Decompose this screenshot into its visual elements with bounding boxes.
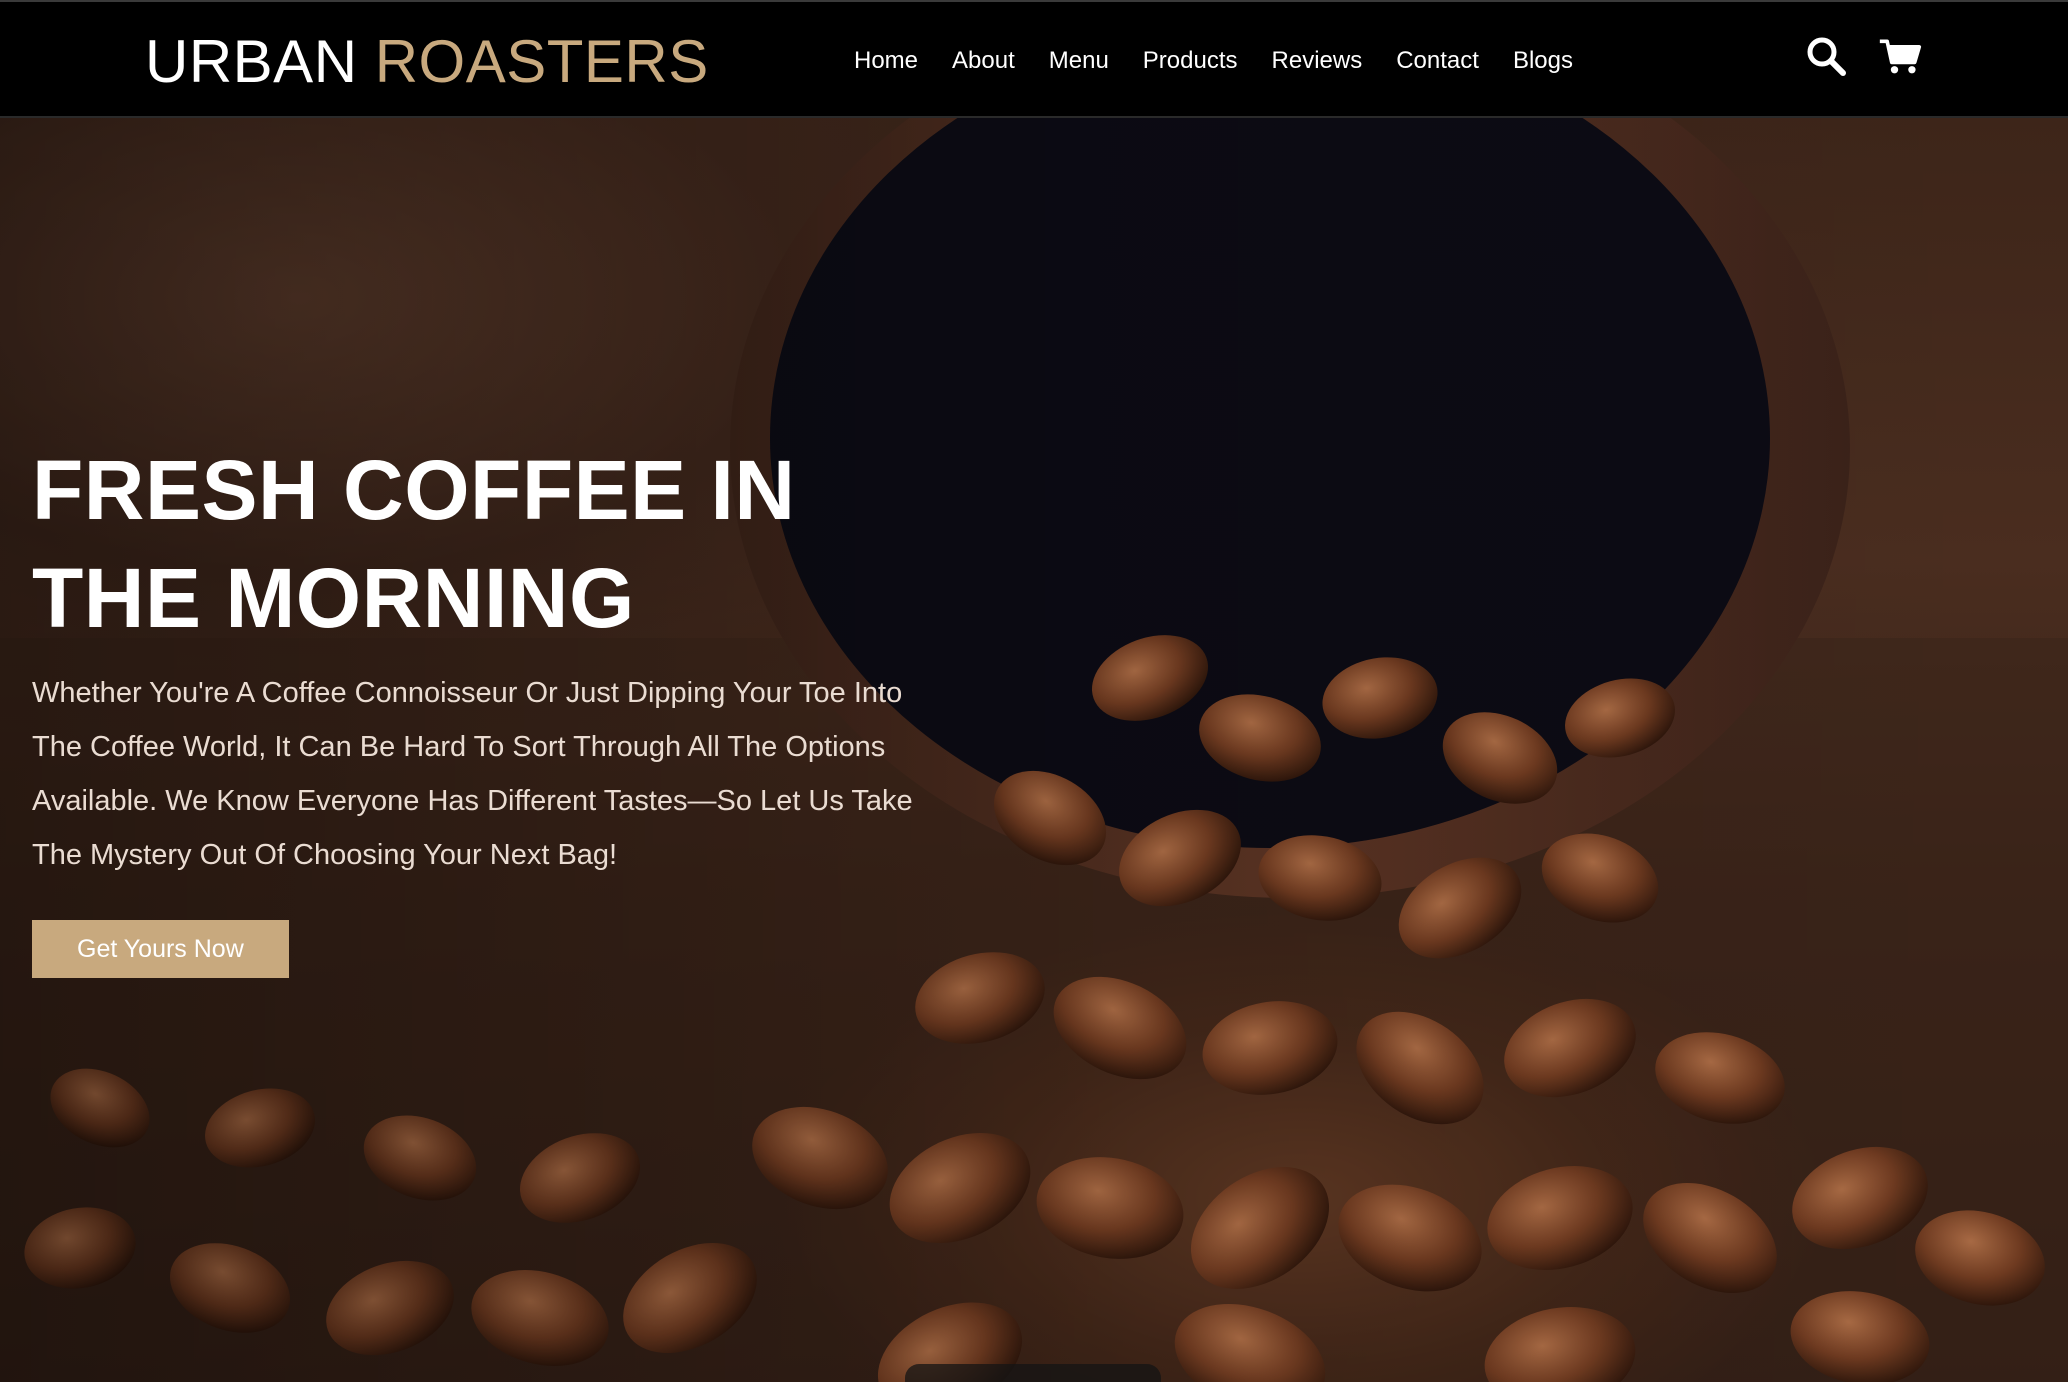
cart-icon[interactable] xyxy=(1878,34,1922,78)
hero-title-line-1: FRESH COFFEE IN xyxy=(32,443,796,537)
nav-about[interactable]: About xyxy=(952,46,1015,76)
brand-logo[interactable]: URBAN ROASTERS xyxy=(145,26,709,98)
hero-content: FRESH COFFEE IN THE MORNING Whether You'… xyxy=(32,436,932,978)
nav-reviews[interactable]: Reviews xyxy=(1272,46,1363,76)
main-nav: Home About Menu Products Reviews Contact… xyxy=(854,46,1607,76)
brand-word-urban: URBAN xyxy=(145,28,358,95)
nav-home[interactable]: Home xyxy=(854,46,918,76)
brand-word-roasters: ROASTERS xyxy=(374,28,709,95)
page: URBAN ROASTERS Home About Menu Products … xyxy=(0,0,2070,1382)
nav-contact[interactable]: Contact xyxy=(1396,46,1479,76)
hero-section: FRESH COFFEE IN THE MORNING Whether You'… xyxy=(0,118,2068,1382)
nav-menu[interactable]: Menu xyxy=(1049,46,1109,76)
header-icons xyxy=(1804,34,1952,78)
site-header: URBAN ROASTERS Home About Menu Products … xyxy=(0,0,2068,118)
hero-title-line-2: THE MORNING xyxy=(32,551,635,645)
floating-widget-tab[interactable] xyxy=(905,1364,1161,1382)
nav-products[interactable]: Products xyxy=(1143,46,1238,76)
search-icon[interactable] xyxy=(1804,34,1848,78)
hero-description: Whether You're A Coffee Connoisseur Or J… xyxy=(32,677,913,871)
nav-blogs[interactable]: Blogs xyxy=(1513,46,1573,76)
get-yours-now-button[interactable]: Get Yours Now xyxy=(32,920,289,978)
hero-title: FRESH COFFEE IN THE MORNING xyxy=(32,436,932,652)
